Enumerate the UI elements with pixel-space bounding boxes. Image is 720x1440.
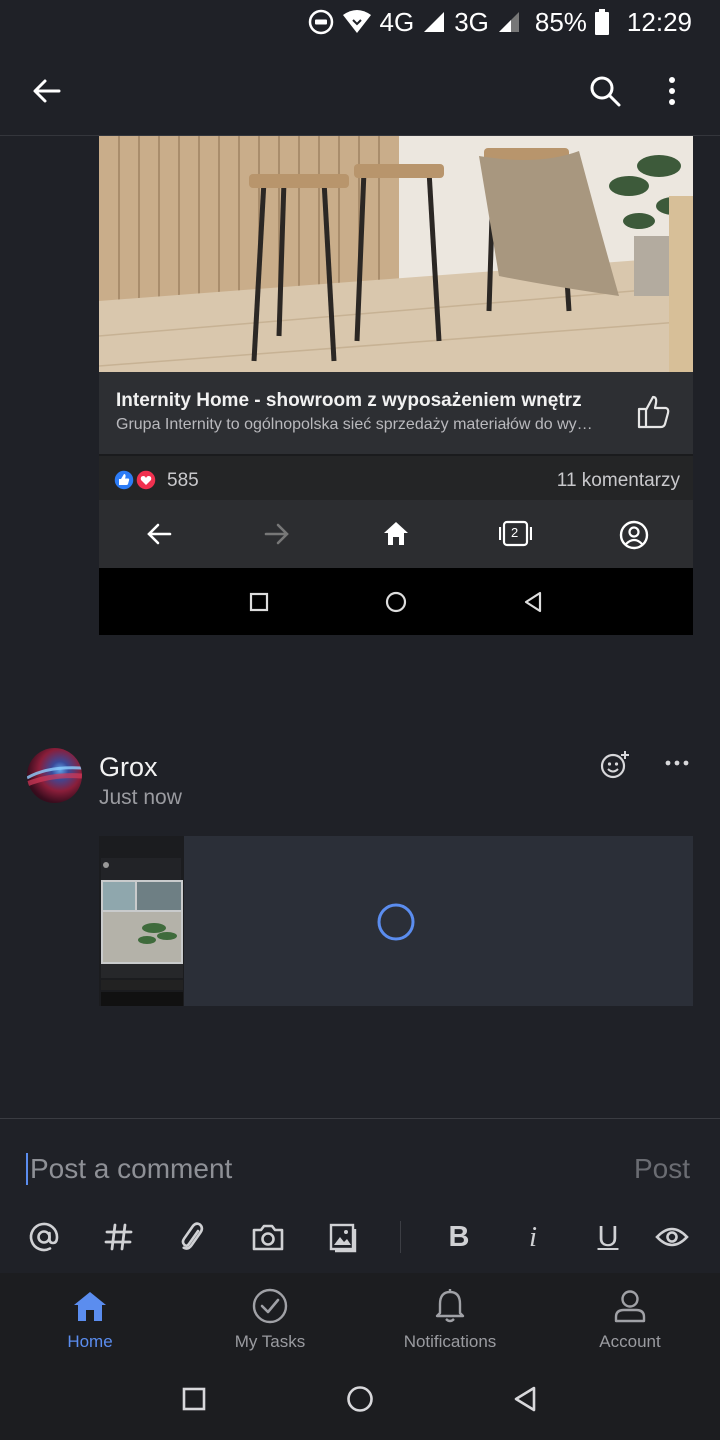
add-emoji-icon [600, 751, 629, 779]
back-triangle-icon [524, 591, 542, 613]
signal-icon-2 [498, 12, 519, 32]
link-description: Grupa Internity to ogólnopolska sieć spr… [116, 416, 593, 433]
nav-label: Home [67, 1332, 113, 1351]
more-options-button[interactable] [650, 66, 694, 116]
battery-label: 85% [534, 7, 587, 37]
nav-label: Account [599, 1332, 661, 1351]
post-timestamp: Just now [99, 786, 182, 809]
underline-icon: U [597, 1220, 619, 1253]
bold-icon: B [448, 1220, 470, 1253]
home-circle-icon [385, 591, 407, 613]
link-preview[interactable]: Internity Home - showroom z wyposażeniem… [99, 372, 693, 454]
system-navigation-bar [0, 1368, 720, 1440]
mention-icon [29, 1222, 59, 1252]
network-3g-label: 3G [454, 7, 489, 37]
love-reaction-icon [135, 469, 157, 491]
clock: 12:29 [626, 7, 692, 37]
nav-my-tasks[interactable]: My Tasks [180, 1273, 360, 1368]
nav-notifications[interactable]: Notifications [360, 1273, 540, 1368]
bottom-navigation: Home My Tasks Notifications Account [0, 1273, 720, 1368]
avatar[interactable] [27, 748, 82, 803]
preview-button[interactable] [652, 1217, 692, 1257]
recents-button-icon[interactable] [182, 1387, 206, 1411]
add-reaction-button[interactable] [596, 746, 634, 784]
back-button-icon[interactable] [512, 1385, 538, 1413]
camera-button[interactable] [248, 1217, 288, 1257]
link-title: Internity Home - showroom z wyposażeniem… [116, 390, 582, 411]
network-4g-label: 4G [379, 7, 415, 37]
italic-icon: i [528, 1220, 538, 1253]
image-button[interactable] [323, 1217, 363, 1257]
comment-composer: Post a comment Post B i U [0, 1118, 720, 1273]
reaction-bar: 585 11 komentarzy [99, 454, 693, 500]
app-bar [0, 44, 720, 136]
home-button-icon[interactable] [346, 1385, 374, 1413]
comment-input[interactable]: Post a comment [26, 1153, 232, 1185]
attach-button[interactable] [173, 1217, 213, 1257]
hashtag-icon [104, 1223, 133, 1251]
search-button[interactable] [580, 66, 630, 116]
toolbar-divider [400, 1221, 401, 1253]
nav-label: My Tasks [234, 1332, 306, 1351]
loading-spinner-icon [377, 903, 415, 941]
nav-home[interactable]: Home [0, 1273, 180, 1368]
shared-screenshot[interactable]: Internity Home - showroom z wyposażeniem… [99, 136, 693, 635]
camera-icon [252, 1224, 284, 1251]
search-icon [590, 76, 621, 107]
post-button[interactable]: Post [634, 1153, 690, 1185]
post-author[interactable]: Grox [99, 752, 158, 783]
browser-profile-icon [619, 520, 649, 550]
recents-square-icon [249, 592, 269, 612]
check-circle-icon [252, 1288, 288, 1324]
embedded-system-nav [99, 568, 693, 635]
underline-button[interactable]: U [588, 1217, 628, 1257]
browser-home-icon [384, 522, 408, 545]
back-button[interactable] [22, 66, 72, 116]
comments-count: 11 komentarzy [556, 470, 680, 491]
browser-nav-bar: 2 [99, 500, 693, 568]
tab-count: 2 [511, 525, 519, 540]
more-vertical-icon [669, 77, 675, 105]
attach-icon [181, 1222, 204, 1250]
hashtag-button[interactable] [99, 1217, 139, 1257]
preview-icon [655, 1227, 689, 1247]
bold-button[interactable]: B [439, 1217, 479, 1257]
browser-forward-icon [264, 523, 289, 545]
status-bar: 4G 3G 85% 12:29 [0, 0, 720, 44]
person-icon [614, 1290, 646, 1323]
browser-tabs-icon: 2 [499, 520, 532, 547]
nav-account[interactable]: Account [540, 1273, 720, 1368]
dnd-icon [308, 9, 333, 35]
reaction-count: 585 [167, 470, 199, 491]
like-reaction-icon [113, 469, 135, 491]
wifi-icon [342, 10, 371, 33]
arrow-left-icon [33, 79, 61, 103]
more-horizontal-icon [665, 760, 689, 766]
thumbs-up-icon [637, 395, 670, 429]
signal-icon [424, 12, 445, 32]
battery-icon [594, 9, 609, 35]
browser-back-icon [147, 523, 172, 545]
post-more-button[interactable] [660, 746, 694, 780]
nav-label: Notifications [403, 1332, 497, 1351]
image-icon [329, 1223, 357, 1253]
bell-icon [435, 1289, 465, 1323]
italic-button[interactable]: i [513, 1217, 553, 1257]
home-icon [74, 1292, 106, 1321]
showroom-photo [99, 136, 693, 372]
post-attachment[interactable] [99, 836, 693, 1006]
mention-button[interactable] [24, 1217, 64, 1257]
attachment-thumbnail[interactable] [99, 836, 184, 1006]
